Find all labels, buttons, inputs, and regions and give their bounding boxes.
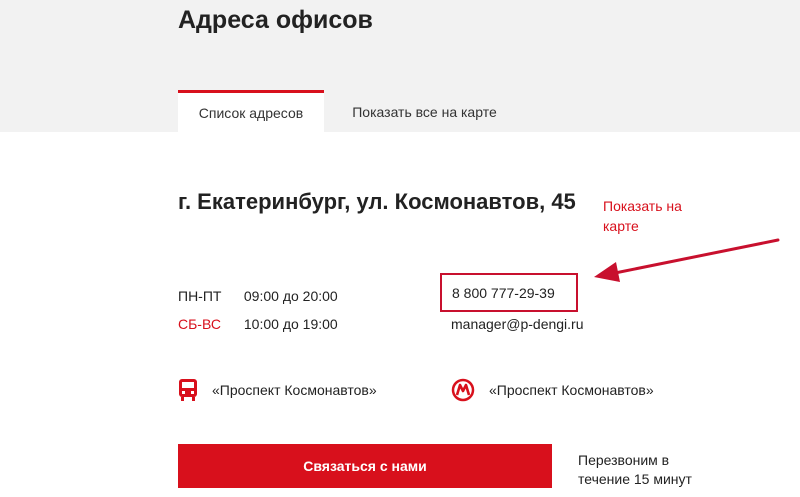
page-title: Адреса офисов: [178, 6, 373, 34]
email-address[interactable]: manager@p-dengi.ru: [451, 316, 584, 332]
show-on-map-link[interactable]: Показать на карте: [603, 196, 713, 236]
days-label: СБ-ВС: [178, 316, 221, 332]
bus-stop: «Проспект Космонавтов»: [178, 378, 377, 402]
office-address: г. Екатеринбург, ул. Космонавтов, 45: [178, 189, 576, 214]
arrow-icon: [594, 238, 780, 282]
tab-address-list[interactable]: Список адресов: [178, 90, 324, 133]
days-label: ПН-ПТ: [178, 288, 222, 304]
metro-station-name: «Проспект Космонавтов»: [489, 382, 654, 398]
hours-weekday: ПН-ПТ 09:00 до 20:00: [178, 288, 338, 304]
phone-text: 8 800 777-29-39: [452, 284, 555, 301]
bus-stop-name: «Проспект Космонавтов»: [212, 382, 377, 398]
bus-icon: [179, 379, 197, 401]
hours-weekend: СБ-ВС 10:00 до 19:00: [178, 316, 338, 332]
metro-station: «Проспект Космонавтов»: [451, 378, 654, 402]
tab-show-all-on-map[interactable]: Показать все на карте: [332, 90, 517, 133]
time-range: 10:00 до 19:00: [243, 316, 338, 332]
metro-icon: [451, 378, 475, 402]
time-range: 09:00 до 20:00: [243, 288, 338, 304]
contact-us-button[interactable]: Связаться с нами: [178, 444, 552, 488]
phone-number[interactable]: 8 800 777-29-39: [440, 273, 578, 312]
callback-note: Перезвоним в течение 15 минут: [578, 452, 692, 487]
